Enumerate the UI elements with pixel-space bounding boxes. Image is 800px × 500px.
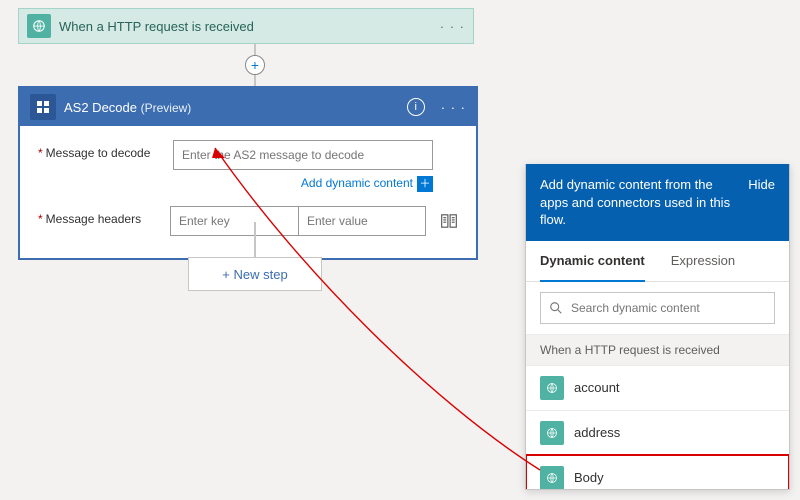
picker-group-title: When a HTTP request is received [526, 335, 789, 365]
insert-step-button[interactable]: + [245, 55, 265, 75]
http-trigger-icon [27, 14, 51, 38]
as2-decode-title: AS2 Decode (Preview) [64, 100, 399, 115]
dynamic-item-account[interactable]: account [526, 365, 789, 410]
add-dynamic-content-link[interactable]: Add dynamic content [301, 176, 413, 190]
message-to-decode-label: *Message to decode [38, 140, 173, 160]
dynamic-item-body[interactable]: Body [526, 455, 789, 489]
as2-decode-more-menu[interactable]: · · · [441, 100, 466, 115]
dynamic-item-address[interactable]: address [526, 410, 789, 455]
picker-header: Add dynamic content from the apps and co… [526, 164, 789, 241]
list-item-label: Body [574, 470, 604, 485]
trigger-card[interactable]: When a HTTP request is received · · · [18, 8, 474, 44]
list-item-label: account [574, 380, 620, 395]
search-placeholder: Search dynamic content [571, 301, 700, 315]
tab-expression[interactable]: Expression [671, 241, 735, 281]
new-step-button[interactable]: + New step [188, 257, 322, 291]
trigger-title: When a HTTP request is received [59, 19, 432, 34]
as2-decode-card: AS2 Decode (Preview) i · · · *Message to… [18, 86, 478, 260]
dynamic-content-picker: Add dynamic content from the apps and co… [525, 164, 790, 490]
as2-decode-icon [30, 94, 56, 120]
message-to-decode-input[interactable] [173, 140, 433, 170]
picker-results: When a HTTP request is received account … [526, 334, 789, 489]
http-icon [540, 376, 564, 400]
connector-line [254, 44, 256, 55]
message-headers-label: *Message headers [38, 206, 170, 226]
picker-blurb: Add dynamic content from the apps and co… [540, 176, 738, 229]
http-icon [540, 466, 564, 489]
switch-mode-icon[interactable] [440, 212, 458, 230]
trigger-more-menu[interactable]: · · · [440, 19, 465, 34]
connector-line [254, 75, 256, 86]
picker-hide-link[interactable]: Hide [748, 176, 775, 229]
info-icon[interactable]: i [407, 98, 425, 116]
list-item-label: address [574, 425, 620, 440]
header-value-input[interactable] [298, 206, 426, 236]
connector-line [254, 222, 256, 257]
picker-tabs: Dynamic content Expression [526, 241, 789, 282]
http-icon [540, 421, 564, 445]
header-key-input[interactable] [170, 206, 298, 236]
add-dynamic-content-icon[interactable]: ＋ [417, 176, 433, 192]
search-input[interactable]: Search dynamic content [540, 292, 775, 324]
tab-dynamic-content[interactable]: Dynamic content [540, 241, 645, 282]
as2-decode-body: *Message to decode Add dynamic content＋ … [20, 126, 476, 258]
search-icon [549, 301, 563, 315]
as2-decode-header[interactable]: AS2 Decode (Preview) i · · · [20, 88, 476, 126]
